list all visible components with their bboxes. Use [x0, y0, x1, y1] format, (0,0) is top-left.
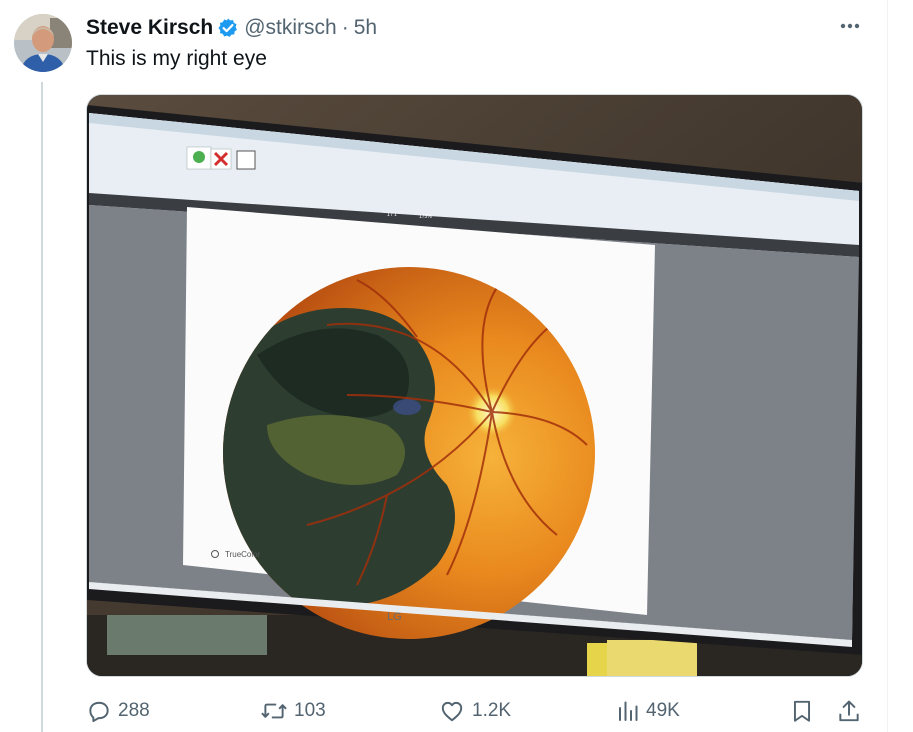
repost-count: 103 [294, 700, 326, 721]
tweet-text: This is my right eye [86, 47, 267, 70]
author-display-name[interactable]: Steve Kirsch [86, 16, 213, 40]
timestamp[interactable]: 5h [354, 16, 377, 40]
like-button[interactable]: 1.2K [438, 694, 511, 728]
views-button[interactable]: 49K [616, 694, 680, 728]
tweet-media-photo[interactable]: TrueColor LG 1 / 1 175% [86, 94, 863, 677]
reply-count: 288 [118, 700, 150, 721]
avatar-image [14, 14, 72, 72]
share-button[interactable] [836, 694, 862, 728]
speech-bubble-icon [89, 701, 109, 723]
heart-icon [441, 701, 463, 722]
tweet-page: Steve Kirsch @stkirsch · 5h This is my r… [0, 0, 913, 732]
tweet-header: Steve Kirsch @stkirsch · 5h [86, 14, 377, 42]
retina-photo: TrueColor LG 1 / 1 175% [87, 95, 862, 676]
separator-dot: · [341, 16, 349, 39]
reply-button[interactable]: 288 [86, 694, 150, 728]
views-count: 49K [646, 700, 680, 721]
photo-overlay-label: TrueColor [225, 550, 261, 559]
monitor-brand-label: LG [387, 611, 402, 623]
more-button[interactable] [836, 12, 864, 40]
repost-button[interactable]: 103 [260, 694, 326, 728]
repost-arrows-icon [261, 703, 287, 719]
share-upload-icon [839, 700, 859, 722]
thread-line [41, 82, 43, 732]
bookmark-button[interactable] [789, 694, 815, 728]
viewer-page-indicator: 1 / 1 [387, 212, 397, 218]
verified-badge-icon[interactable] [217, 17, 239, 39]
more-horizontal-icon [840, 23, 860, 29]
author-handle[interactable]: @stkirsch [244, 16, 337, 40]
tweet-action-bar: 288 103 1.2K 49K [86, 694, 866, 728]
bookmark-icon [793, 700, 811, 722]
viewer-zoom-indicator: 175% [419, 214, 432, 220]
like-count: 1.2K [472, 700, 512, 721]
avatar[interactable] [14, 14, 72, 72]
bar-chart-icon [619, 701, 638, 721]
column-divider [887, 0, 888, 732]
